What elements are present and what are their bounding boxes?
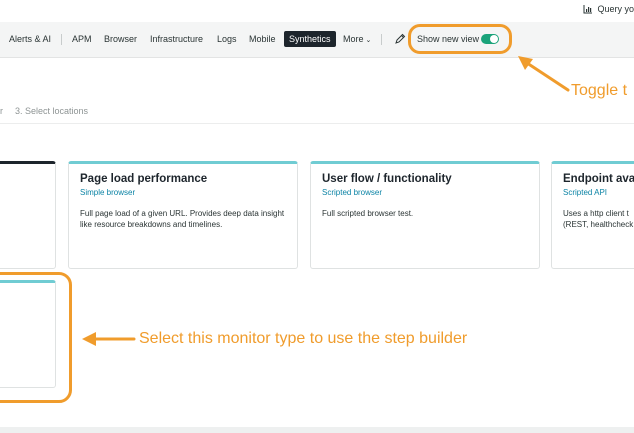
breadcrumb-divider [0,123,634,124]
step-builder-annotation: Select this monitor type to use the step… [139,330,468,347]
nav-browser[interactable]: Browser [104,34,137,44]
nav-alerts-ai[interactable]: Alerts & AI [9,34,51,44]
nav-separator [381,34,382,45]
query-label: Query yo [597,4,634,14]
nav-more[interactable]: More ⌄ [343,34,371,44]
arrow-to-step-builder-card-icon [82,332,136,346]
top-strip: Query yo [0,0,634,22]
card-title: Page load performance [80,173,208,185]
chart-icon [583,5,593,14]
nav-apm[interactable]: APM [72,34,92,44]
card-description: Uses a http client t (REST, healthcheck [563,209,634,229]
nav-infrastructure[interactable]: Infrastructure [150,34,203,44]
nav-separator [61,34,62,45]
breadcrumb-step-2[interactable]: r [0,106,3,116]
card-subtitle: Scripted API [563,188,608,197]
nav-mobile[interactable]: Mobile [249,34,276,44]
monitor-type-card-selected[interactable] [0,161,56,269]
card-subtitle: Scripted browser [322,188,383,197]
toggle-annotation: Toggle t [571,82,628,99]
monitor-type-card-endpoint[interactable]: Endpoint avai Scripted API Uses a http c… [551,161,634,269]
step-builder-card-highlight-outline [0,272,72,403]
card-description: Full page load of a given URL. Provides … [80,209,285,229]
monitor-type-card-page-load[interactable]: Page load performance Simple browser Ful… [68,161,298,269]
card-subtitle: Simple browser [80,188,136,197]
nav-more-label: More [343,34,364,44]
pencil-icon[interactable] [394,33,406,45]
monitor-type-card-user-flow[interactable]: User flow / functionality Scripted brows… [310,161,540,269]
nav-synthetics[interactable]: Synthetics [284,31,336,47]
nav-logs[interactable]: Logs [217,34,237,44]
bottom-bar [0,427,634,433]
card-title: Endpoint avai [563,173,634,185]
product-nav-bar: Alerts & AI APM Browser Infrastructure L… [0,22,634,58]
card-description: Full scripted browser test. [322,209,414,218]
arrow-to-toggle-icon [518,56,570,92]
breadcrumb-step-3[interactable]: 3. Select locations [15,106,88,116]
chevron-down-icon: ⌄ [365,37,372,44]
card-title: User flow / functionality [322,173,452,185]
query-your-data-link[interactable]: Query yo [583,4,634,14]
toggle-highlight-outline [408,24,512,54]
